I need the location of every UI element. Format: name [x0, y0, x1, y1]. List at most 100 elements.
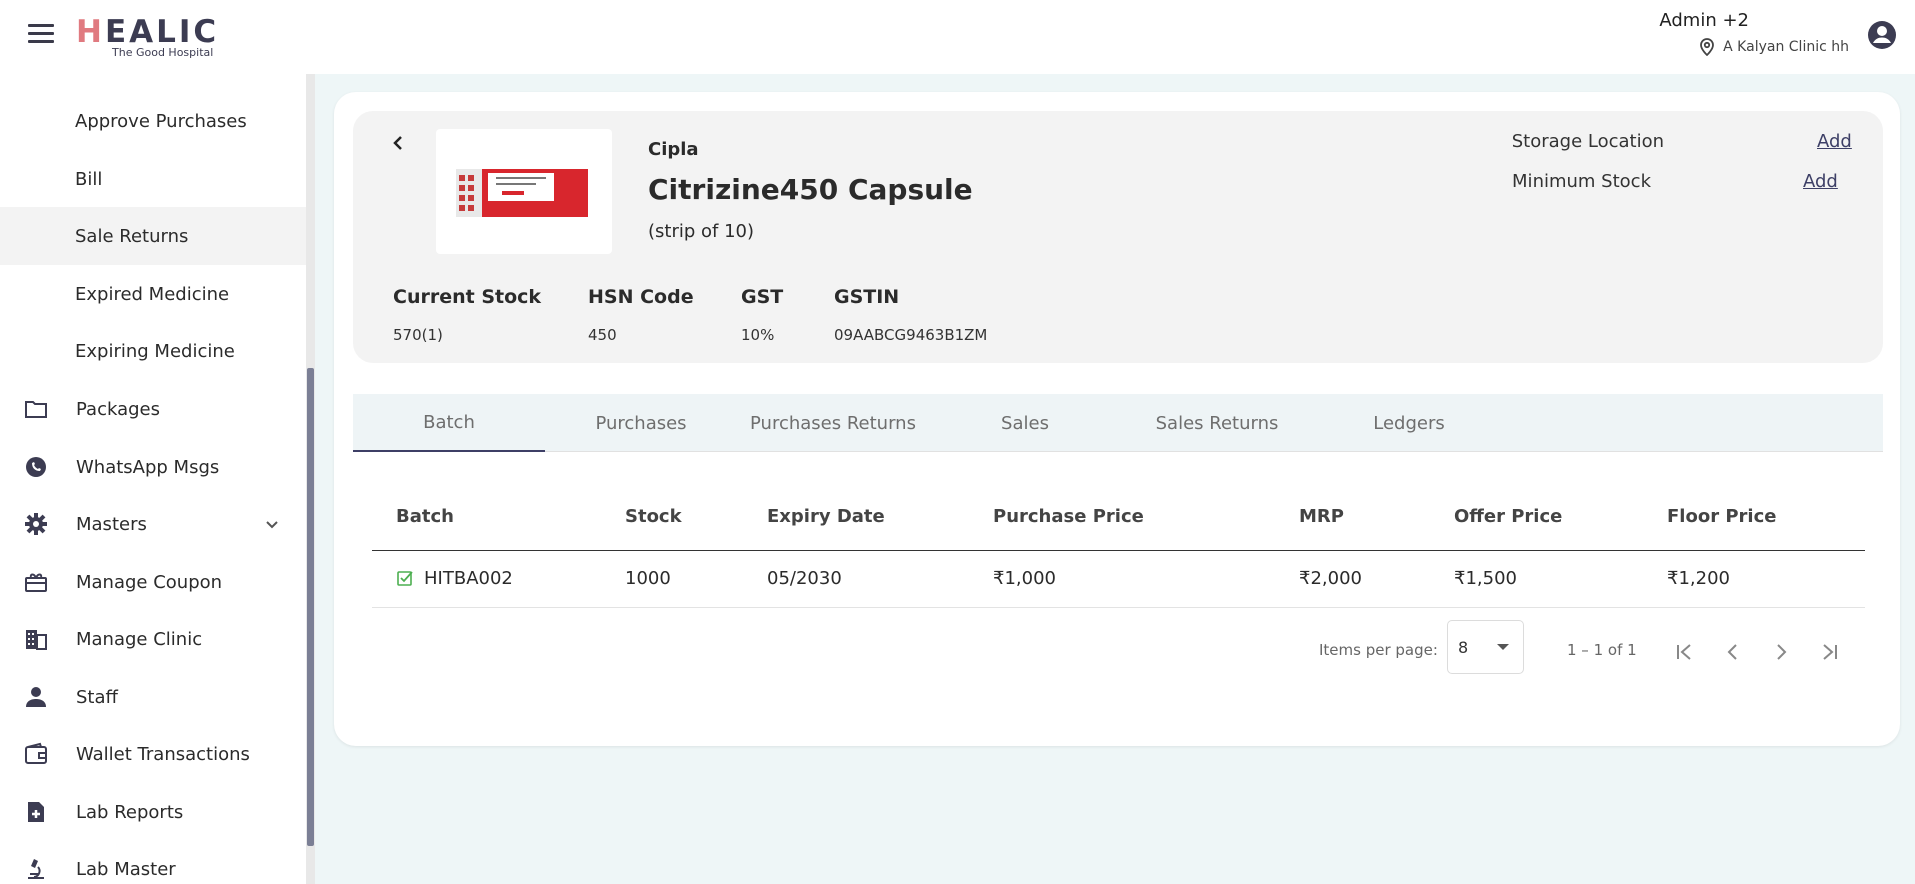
dropdown-arrow-icon: [1497, 644, 1509, 650]
tab-ledgers[interactable]: Ledgers: [1313, 394, 1505, 452]
gear-icon: [25, 513, 47, 535]
current-stock-label: Current Stock: [393, 286, 542, 308]
tab-purchases-returns[interactable]: Purchases Returns: [737, 394, 929, 452]
gst-value: 10%: [741, 326, 775, 344]
tab-purchases[interactable]: Purchases: [545, 394, 737, 452]
next-page-icon[interactable]: [1769, 637, 1793, 667]
clinic-location-text: A Kalyan Clinic hh: [1723, 39, 1849, 55]
cell-stock: 1000: [625, 568, 671, 589]
minimum-stock-add-link[interactable]: Add: [1803, 171, 1838, 192]
cell-mrp: ₹2,000: [1299, 568, 1362, 589]
gstin-label: GSTIN: [834, 286, 900, 308]
sidebar: Approve Purchases Bill Sale Returns Expi…: [0, 74, 308, 884]
cell-purchase-price: ₹1,000: [993, 568, 1056, 589]
user-name[interactable]: Admin +2: [1659, 10, 1749, 31]
coupon-icon: [25, 573, 47, 592]
storage-location-add-link[interactable]: Add: [1817, 131, 1852, 152]
top-bar: HEALIC The Good Hospital Admin +2 A Kaly…: [0, 0, 1915, 74]
tab-sales-returns[interactable]: Sales Returns: [1121, 394, 1313, 452]
hsn-code-value: 450: [588, 326, 617, 344]
cell-batch: HITBA002: [424, 568, 513, 589]
sidebar-item-sale-returns[interactable]: Sale Returns: [0, 207, 306, 265]
sidebar-item-masters[interactable]: Masters: [0, 495, 306, 553]
storage-location-label: Storage Location: [1511, 131, 1664, 152]
person-icon: [26, 687, 46, 707]
cell-offer-price: ₹1,500: [1454, 568, 1517, 589]
microscope-icon: [28, 859, 44, 879]
brand-name: HEALIC: [76, 14, 220, 50]
sidebar-item-whatsapp[interactable]: WhatsApp Msgs: [0, 438, 306, 496]
sidebar-item-label: WhatsApp Msgs: [76, 456, 220, 478]
sidebar-item-approve-purchases[interactable]: Approve Purchases: [0, 92, 306, 150]
tab-sales[interactable]: Sales: [929, 394, 1121, 452]
folder-icon: [25, 401, 47, 418]
last-page-icon[interactable]: [1817, 637, 1841, 667]
wallet-icon: [25, 742, 47, 764]
app-logo[interactable]: HEALIC The Good Hospital: [76, 16, 219, 59]
sidebar-item-label: Staff: [76, 686, 118, 708]
sidebar-item-label: Manage Clinic: [76, 628, 203, 650]
sidebar-item-label: Wallet Transactions: [76, 743, 250, 765]
previous-page-icon[interactable]: [1721, 637, 1745, 667]
page-range-label: 1 – 1 of 1: [1567, 641, 1637, 659]
sidebar-item-label: Manage Coupon: [76, 571, 223, 593]
gstin-value: 09AABCG9463B1ZM: [834, 326, 988, 344]
product-title: Citrizine450 Capsule: [648, 173, 973, 206]
sidebar-item-expiring-medicine[interactable]: Expiring Medicine: [0, 322, 306, 380]
sidebar-item-bill[interactable]: Bill: [0, 150, 306, 208]
sidebar-item-label: Approve Purchases: [75, 110, 247, 132]
sidebar-scrollbar-thumb[interactable]: [307, 368, 314, 846]
sidebar-item-manage-coupon[interactable]: Manage Coupon: [0, 553, 306, 611]
brand-tagline: The Good Hospital: [112, 46, 214, 59]
column-header-offer-price: Offer Price: [1454, 506, 1563, 527]
sidebar-item-label: Expiring Medicine: [75, 340, 235, 362]
cell-expiry-date: 05/2030: [767, 568, 842, 589]
sidebar-item-wallet-transactions[interactable]: Wallet Transactions: [0, 725, 306, 783]
column-header-expiry-date: Expiry Date: [767, 506, 885, 527]
whatsapp-icon: [26, 457, 46, 477]
sidebar-item-expired-medicine[interactable]: Expired Medicine: [0, 265, 306, 323]
items-per-page-select[interactable]: 8: [1447, 620, 1524, 674]
product-pack-size: (strip of 10): [648, 221, 755, 242]
sidebar-item-label: Masters: [76, 513, 147, 535]
product-brand: Cipla: [648, 139, 699, 160]
report-icon: [28, 802, 44, 822]
medicine-box-image: [456, 169, 588, 217]
table-row-divider: [372, 607, 1865, 608]
tab-batch[interactable]: Batch: [353, 394, 545, 452]
sidebar-item-label: Expired Medicine: [75, 283, 230, 305]
current-stock-value: 570(1): [393, 326, 443, 344]
first-page-icon[interactable]: [1673, 637, 1697, 667]
gst-label: GST: [741, 286, 784, 308]
clinic-location[interactable]: A Kalyan Clinic hh: [1699, 38, 1849, 56]
sidebar-item-staff[interactable]: Staff: [0, 668, 306, 726]
chevron-down-icon[interactable]: [264, 517, 280, 533]
sidebar-item-lab-reports[interactable]: Lab Reports: [0, 783, 306, 841]
back-arrow-icon[interactable]: [388, 131, 408, 155]
sidebar-item-label: Lab Master: [76, 858, 176, 880]
items-per-page-value: 8: [1458, 638, 1469, 657]
sidebar-item-manage-clinic[interactable]: Manage Clinic: [0, 610, 306, 668]
sidebar-item-packages[interactable]: Packages: [0, 380, 306, 438]
menu-icon[interactable]: [28, 24, 54, 46]
location-pin-icon: [1700, 38, 1715, 56]
column-header-stock: Stock: [625, 506, 682, 527]
cell-floor-price: ₹1,200: [1667, 568, 1730, 589]
minimum-stock-label: Minimum Stock: [1512, 171, 1651, 192]
account-circle-icon[interactable]: [1867, 20, 1897, 50]
product-image: [436, 129, 612, 254]
sidebar-item-lab-master[interactable]: Lab Master: [0, 840, 306, 884]
sidebar-item-label: Bill: [75, 168, 103, 190]
sidebar-item-label: Lab Reports: [76, 801, 184, 823]
hsn-code-label: HSN Code: [588, 286, 694, 308]
building-icon: [26, 630, 47, 650]
check-square-icon[interactable]: [397, 570, 413, 586]
items-per-page-label: Items per page:: [1319, 641, 1438, 659]
column-header-floor-price: Floor Price: [1667, 506, 1777, 527]
column-header-purchase-price: Purchase Price: [993, 506, 1144, 527]
table-header-divider: [372, 550, 1865, 551]
tab-bar: Batch Purchases Purchases Returns Sales …: [353, 394, 1883, 452]
column-header-mrp: MRP: [1299, 506, 1344, 527]
column-header-batch: Batch: [396, 506, 454, 527]
sidebar-item-label: Packages: [76, 398, 160, 420]
